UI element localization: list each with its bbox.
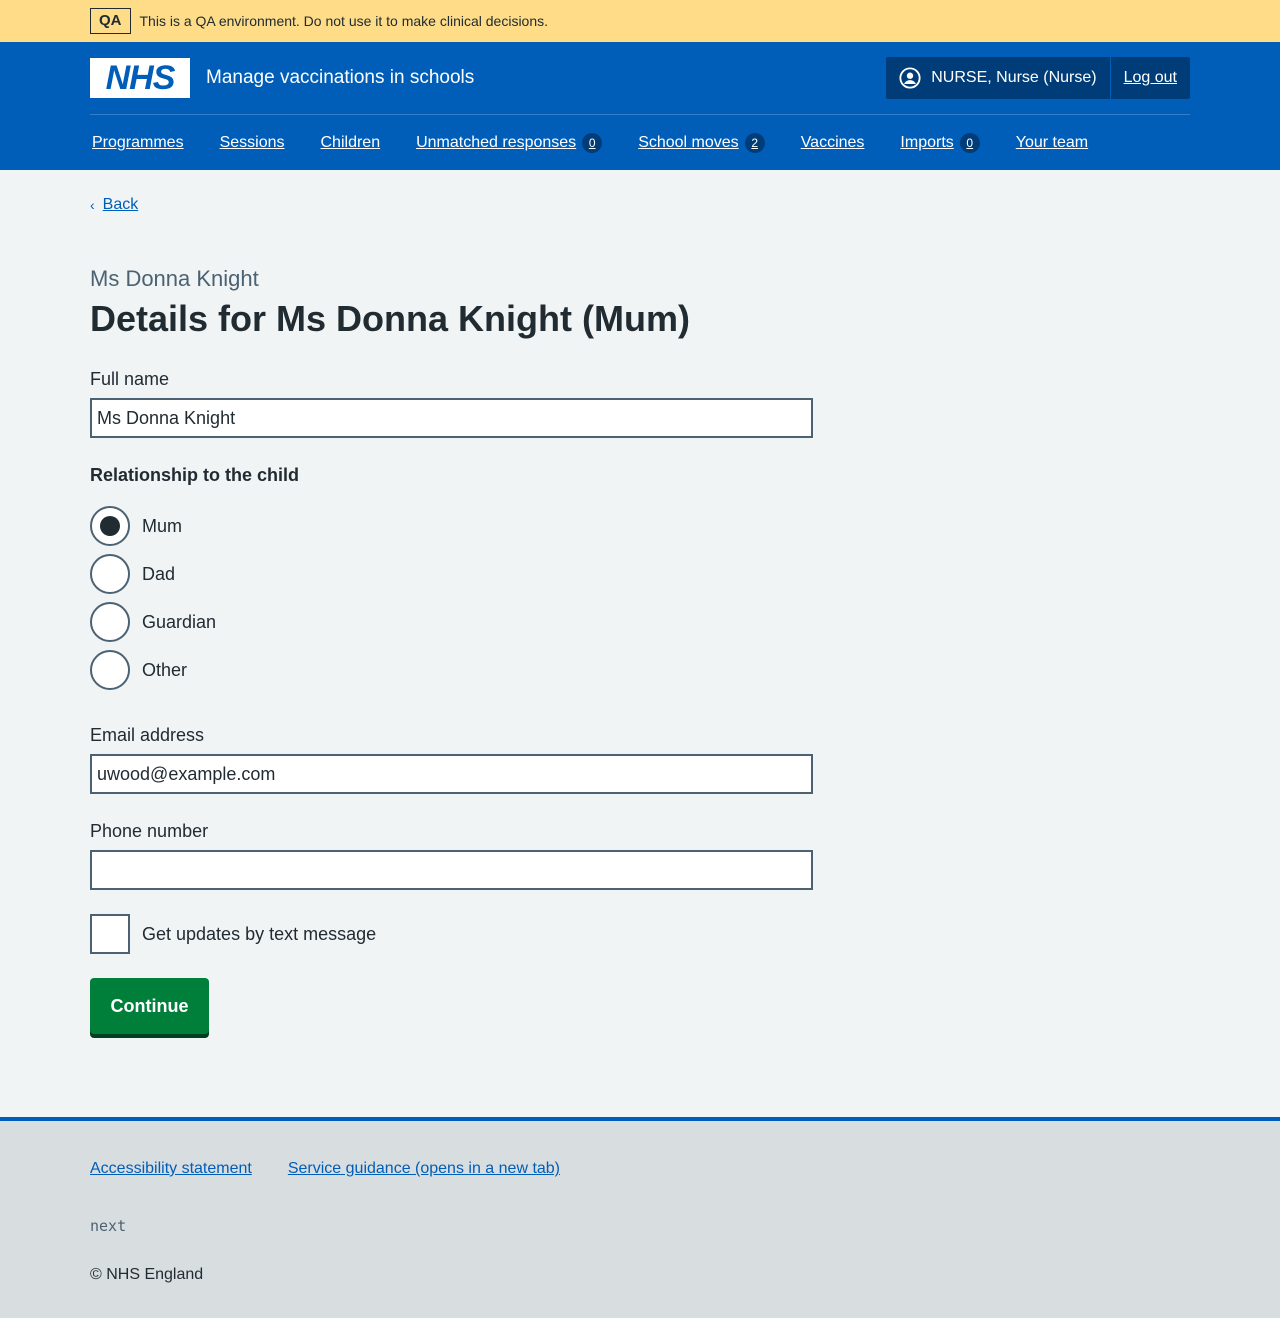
chevron-left-icon: ‹ xyxy=(90,197,95,213)
count-badge: 2 xyxy=(744,133,765,153)
page-title: Details for Ms Donna Knight (Mum) xyxy=(90,298,690,339)
full-name-label: Full name xyxy=(90,369,170,389)
logout-link[interactable]: Log out xyxy=(1111,57,1190,99)
nav-item-label: Your team xyxy=(1015,134,1089,151)
site-header: NHS Manage vaccinations in schools NURSE… xyxy=(0,42,1280,170)
back-link-label: Back xyxy=(102,196,139,213)
qa-banner-text: This is a QA environment. Do not use it … xyxy=(139,13,549,29)
radio-dad[interactable]: Dad xyxy=(90,554,175,594)
nav-item-vaccines[interactable]: Vaccines xyxy=(801,134,865,152)
sms-updates-checkbox[interactable]: Get updates by text message xyxy=(90,914,376,954)
site-footer: Accessibility statement Service guidance… xyxy=(0,1117,1280,1318)
nav-item-children[interactable]: Children xyxy=(321,134,381,152)
radio-label[interactable]: Guardian xyxy=(142,612,216,633)
relationship-legend: Relationship to the child xyxy=(90,465,300,485)
checkbox-box[interactable] xyxy=(90,914,130,954)
radio-other[interactable]: Other xyxy=(90,650,187,690)
radio-label[interactable]: Mum xyxy=(142,516,182,537)
radio-label[interactable]: Other xyxy=(142,660,187,681)
nav-item-label: Vaccines xyxy=(800,134,865,151)
main-content: ‹ Back Ms Donna Knight Details for Ms Do… xyxy=(90,170,1190,1117)
email-input[interactable]: uwood@example.com xyxy=(90,754,813,794)
qa-tag: QA xyxy=(90,8,131,34)
brand[interactable]: NHS Manage vaccinations in schools xyxy=(90,58,474,98)
radio-label[interactable]: Dad xyxy=(142,564,175,585)
nav-item-sessions[interactable]: Sessions xyxy=(220,134,285,152)
count-badge: 0 xyxy=(959,133,980,153)
nav-item-programmes[interactable]: Programmes xyxy=(92,134,184,152)
nav-item-school-moves[interactable]: School moves 2 xyxy=(638,133,765,153)
checkbox-label[interactable]: Get updates by text message xyxy=(142,924,376,945)
radio-button[interactable] xyxy=(90,602,130,642)
page-caption: Ms Donna Knight xyxy=(90,266,259,291)
nav-item-label: Programmes xyxy=(92,134,184,151)
nav-item-unmatched-responses[interactable]: Unmatched responses 0 xyxy=(416,133,603,153)
back-link[interactable]: ‹ Back xyxy=(90,196,138,214)
nav-item-label: Sessions xyxy=(219,134,285,151)
radio-button[interactable] xyxy=(90,554,130,594)
copyright-text: © NHS England xyxy=(90,1266,204,1283)
nav-item-label: School moves xyxy=(638,134,739,151)
service-guidance-link[interactable]: Service guidance (opens in a new tab) xyxy=(288,1160,560,1178)
radio-guardian[interactable]: Guardian xyxy=(90,602,216,642)
email-label: Email address xyxy=(90,725,205,745)
radio-selected-dot xyxy=(100,516,120,536)
nav-item-imports[interactable]: Imports 0 xyxy=(900,133,980,153)
nav-item-label: Imports xyxy=(900,134,954,151)
account-user-name: NURSE, Nurse (Nurse) xyxy=(931,69,1097,86)
nhs-logo-text: NHS xyxy=(105,59,176,97)
phone-input[interactable] xyxy=(90,850,813,890)
nav-item-label: Children xyxy=(320,134,381,151)
primary-nav: Programmes Sessions Children Unmatched r… xyxy=(90,115,1190,171)
version-text: next xyxy=(90,1217,127,1235)
service-name[interactable]: Manage vaccinations in schools xyxy=(206,67,474,89)
continue-button[interactable]: Continue xyxy=(90,978,209,1034)
user-icon xyxy=(899,67,921,89)
nhs-logo[interactable]: NHS xyxy=(90,58,190,98)
phone-label: Phone number xyxy=(90,821,209,841)
account-user: NURSE, Nurse (Nurse) xyxy=(886,57,1111,99)
radio-button[interactable] xyxy=(90,506,130,546)
full-name-input[interactable]: Ms Donna Knight xyxy=(90,398,813,438)
count-badge: 0 xyxy=(582,133,603,153)
nav-item-label: Unmatched responses xyxy=(416,134,577,151)
nav-item-your-team[interactable]: Your team xyxy=(1016,134,1088,152)
radio-button[interactable] xyxy=(90,650,130,690)
qa-banner: QA This is a QA environment. Do not use … xyxy=(0,0,1280,42)
radio-mum[interactable]: Mum xyxy=(90,506,182,546)
accessibility-statement-link[interactable]: Accessibility statement xyxy=(90,1160,252,1178)
account-menu: NURSE, Nurse (Nurse) Log out xyxy=(886,57,1190,99)
footer-links: Accessibility statement Service guidance… xyxy=(90,1160,596,1178)
